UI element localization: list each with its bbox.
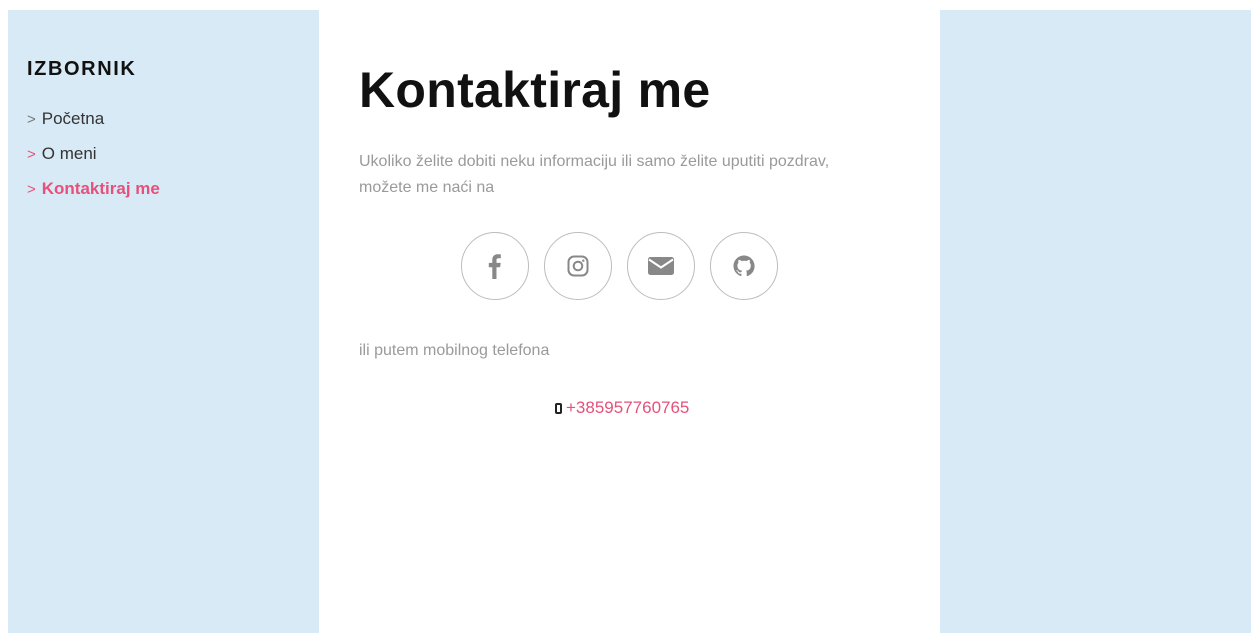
right-panel xyxy=(940,10,1251,633)
facebook-button[interactable] xyxy=(461,232,529,300)
sidebar-menu: > Početna > O meni > Kontaktiraj me xyxy=(27,102,319,207)
github-button[interactable] xyxy=(710,232,778,300)
social-links xyxy=(461,232,940,300)
sidebar-item-kontaktiraj-me[interactable]: > Kontaktiraj me xyxy=(27,172,319,207)
facebook-icon xyxy=(488,254,501,279)
sidebar-item-label: Početna xyxy=(41,109,105,128)
mobile-phone-icon xyxy=(555,402,562,414)
phone-number-link[interactable]: +385957760765 xyxy=(566,398,689,418)
phone-row: +385957760765 xyxy=(555,398,940,418)
sidebar: IZBORNIK > Početna > O meni > Kontaktiraj m… xyxy=(8,10,319,633)
sidebar-item-o-meni[interactable]: > O meni xyxy=(27,137,319,172)
email-icon xyxy=(648,257,674,275)
chevron-right-icon: > xyxy=(27,181,36,198)
github-icon xyxy=(733,255,755,277)
intro-text: Ukoliko želite dobiti neku informaciju i… xyxy=(359,153,830,196)
instagram-icon xyxy=(567,255,589,277)
sidebar-item-pocetna[interactable]: > Početna xyxy=(27,102,319,137)
chevron-right-icon: > xyxy=(27,146,36,163)
instagram-button[interactable] xyxy=(544,232,612,300)
chevron-right-icon: > xyxy=(27,111,36,128)
phone-intro-text: ili putem mobilnog telefona xyxy=(359,342,550,359)
sidebar-item-label: O meni xyxy=(41,144,97,163)
sidebar-item-label: Kontaktiraj me xyxy=(41,179,160,198)
page-frame: IZBORNIK > Početna > O meni > Kontaktiraj m… xyxy=(8,10,1251,633)
main-content: Kontaktiraj me Ukoliko želite dobiti nek… xyxy=(319,10,940,633)
page-title: Kontaktiraj me xyxy=(359,62,711,118)
sidebar-title: IZBORNIK xyxy=(27,58,137,80)
email-button[interactable] xyxy=(627,232,695,300)
